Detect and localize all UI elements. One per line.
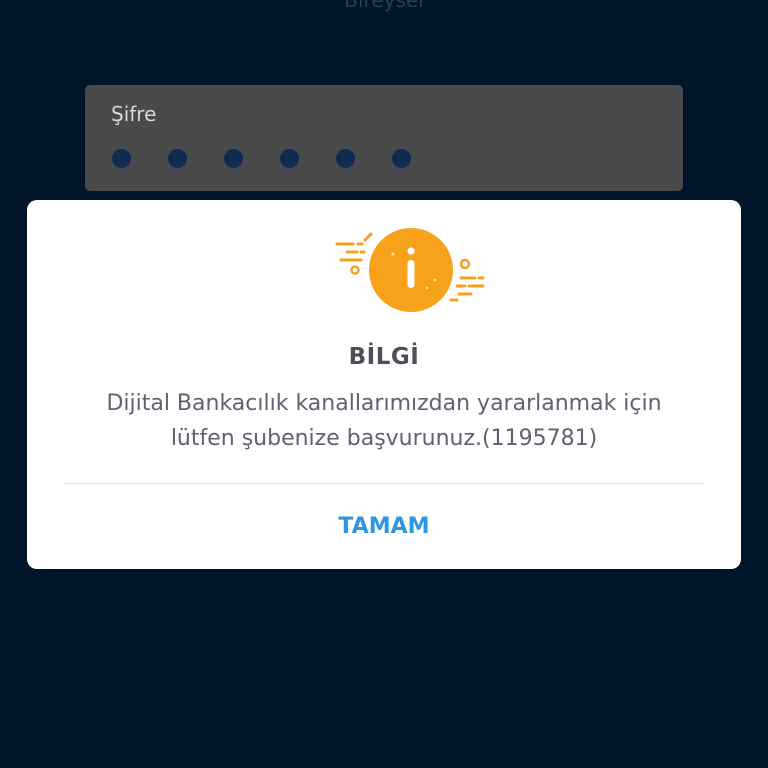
- screen-title: Bireysel: [344, 0, 424, 12]
- dialog-message: Dijital Bankacılık kanallarımızdan yarar…: [57, 386, 711, 456]
- info-icon: [335, 228, 485, 312]
- password-dot: [112, 149, 131, 168]
- login-screen: Bireysel Şifre BİLGİ Dijital Bankacılık …: [0, 0, 768, 768]
- dialog-message-line: Dijital Bankacılık kanallarımızdan yarar…: [106, 391, 662, 416]
- password-dot: [224, 149, 243, 168]
- password-dot: [168, 149, 187, 168]
- dialog-message-line: lütfen şubenize başvurunuz.(1195781): [170, 426, 598, 451]
- password-dot: [392, 149, 411, 168]
- password-label: Şifre: [111, 102, 157, 126]
- info-dialog: BİLGİ Dijital Bankacılık kanallarımızdan…: [27, 200, 741, 569]
- password-masked-value: [112, 149, 411, 168]
- dialog-title: BİLGİ: [348, 344, 420, 370]
- password-field[interactable]: Şifre: [85, 85, 683, 191]
- password-dot: [336, 149, 355, 168]
- dialog-divider: [64, 483, 704, 484]
- password-dot: [280, 149, 299, 168]
- ok-button[interactable]: TAMAM: [64, 490, 704, 562]
